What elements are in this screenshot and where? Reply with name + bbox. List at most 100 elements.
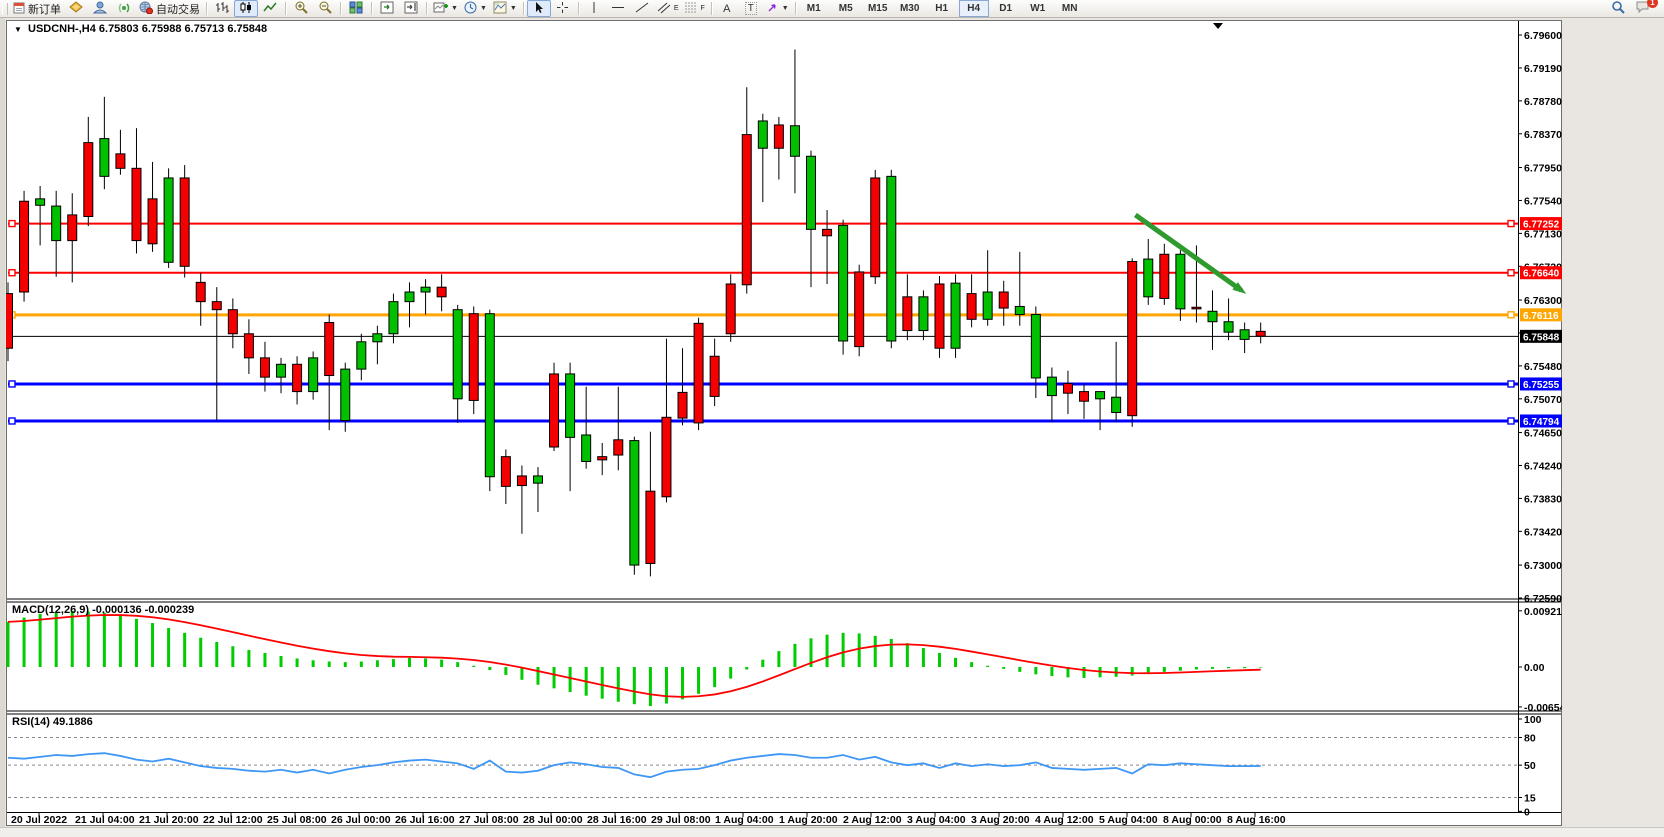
equidistant-channel-tool-button[interactable]: E [654, 0, 682, 17]
candle [871, 178, 880, 277]
signal-button[interactable] [112, 0, 136, 17]
candle [1063, 384, 1072, 394]
timeframe-button-H4[interactable]: H4 [959, 0, 989, 17]
tile-windows-icon [349, 1, 363, 17]
gold-icon [69, 1, 84, 17]
candle [951, 283, 960, 348]
candle [244, 334, 253, 358]
chart-canvas[interactable]: 6.796006.791906.787806.783706.779506.775… [6, 20, 1562, 826]
candle [325, 323, 334, 376]
candle [20, 201, 29, 292]
timeframe-button-M30[interactable]: M30 [895, 0, 925, 17]
price-tick-label: 6.73000 [1524, 560, 1562, 572]
indicators-button[interactable]: ▼ [430, 0, 461, 17]
candle [774, 125, 783, 148]
toolbar-separator [340, 2, 341, 15]
level-right-marker [1508, 381, 1514, 387]
timeframe-button-H1[interactable]: H1 [927, 0, 957, 17]
candle [903, 297, 912, 331]
date-label: 1 Aug 04:00 [715, 814, 774, 826]
timeframe-button-M5[interactable]: M5 [831, 0, 861, 17]
candle [533, 476, 542, 483]
tile-windows-button[interactable] [344, 0, 368, 17]
macd-tick-label: -0.006546 [1524, 702, 1562, 714]
new-order-button[interactable]: 新订单 [10, 0, 64, 17]
price-level-badge-label: 6.75255 [1523, 380, 1560, 391]
candle [501, 457, 510, 487]
candle [1192, 307, 1201, 309]
candle [855, 272, 864, 347]
chart-title[interactable]: USDCNH-,H4 6.75803 6.75988 6.75713 6.758… [28, 23, 267, 35]
auto-scroll-button[interactable] [375, 0, 399, 17]
price-tick-label: 6.73830 [1524, 493, 1562, 505]
candle [614, 440, 623, 455]
price-tick-label: 6.72590 [1524, 593, 1562, 605]
chevron-down-icon: ▼ [480, 5, 487, 12]
cursor-tool-button[interactable] [527, 0, 551, 17]
fibonacci-icon [684, 1, 698, 17]
notifications-button[interactable]: 1 [1630, 0, 1654, 17]
candle [260, 358, 269, 377]
zoom-out-button[interactable] [313, 0, 337, 17]
candle [469, 314, 478, 401]
candle [694, 323, 703, 423]
text-label-tool-button[interactable]: T [739, 0, 763, 17]
candle [742, 135, 751, 285]
autotrading-icon [139, 1, 154, 17]
timeframe-button-W1[interactable]: W1 [1023, 0, 1053, 17]
cursor-icon [533, 1, 545, 17]
periods-button[interactable]: ▼ [461, 0, 490, 17]
candle [1080, 392, 1089, 402]
date-label: 2 Aug 12:00 [843, 814, 902, 826]
trendline-icon [635, 1, 649, 17]
candle [678, 392, 687, 418]
horizontal-line-tool-button[interactable] [606, 0, 630, 17]
candle [1031, 314, 1040, 377]
toolbar-separator [285, 2, 286, 15]
date-label: 8 Aug 00:00 [1163, 814, 1222, 826]
candle [132, 168, 141, 240]
price-tick-label: 6.79190 [1524, 63, 1562, 75]
templates-button[interactable]: ▼ [490, 0, 520, 17]
candle [630, 441, 639, 565]
search-button[interactable] [1606, 0, 1630, 17]
profile-button[interactable] [88, 0, 112, 17]
chart-shift-button[interactable] [399, 0, 423, 17]
autotrading-button[interactable]: 自动交易 [136, 0, 203, 17]
crosshair-tool-button[interactable] [551, 0, 575, 17]
candle [887, 176, 896, 341]
trendline-tool-button[interactable] [630, 0, 654, 17]
crosshair-icon [556, 1, 569, 17]
market-depth-button[interactable] [64, 0, 88, 17]
text-label-tool-icon: T [745, 2, 757, 15]
vertical-line-tool-button[interactable] [582, 0, 606, 17]
candlestick-chart-type-button[interactable] [234, 0, 258, 17]
price-tick-label: 6.74240 [1524, 460, 1562, 472]
timeframe-button-M15[interactable]: M15 [863, 0, 893, 17]
level-left-marker [9, 381, 15, 387]
bar-chart-type-button[interactable] [210, 0, 234, 17]
level-right-marker [1508, 270, 1514, 276]
level-right-marker [1508, 312, 1514, 318]
level-left-marker [9, 418, 15, 424]
candle [710, 356, 719, 396]
candle [52, 206, 61, 241]
timeframe-button-MN[interactable]: MN [1055, 0, 1085, 17]
price-tick-label: 6.76300 [1524, 295, 1562, 307]
candle [116, 154, 125, 168]
candle [341, 369, 350, 420]
timeframe-button-D1[interactable]: D1 [991, 0, 1021, 17]
candle [421, 287, 430, 292]
timeframe-button-M1[interactable]: M1 [799, 0, 829, 17]
candle [1096, 392, 1105, 399]
arrows-tool-button[interactable]: ▼ [763, 0, 792, 17]
price-tick-label: 6.77540 [1524, 195, 1562, 207]
fibonacci-tool-button[interactable]: F [681, 0, 707, 17]
rsi-tick-label: 15 [1524, 792, 1536, 804]
zoom-in-button[interactable] [289, 0, 313, 17]
auto-scroll-icon [380, 1, 394, 17]
text-tool-button[interactable]: A [715, 0, 739, 17]
date-label: 27 Jul 08:00 [459, 814, 519, 826]
line-chart-type-button[interactable] [258, 0, 282, 17]
date-label: 21 Jul 20:00 [139, 814, 199, 826]
